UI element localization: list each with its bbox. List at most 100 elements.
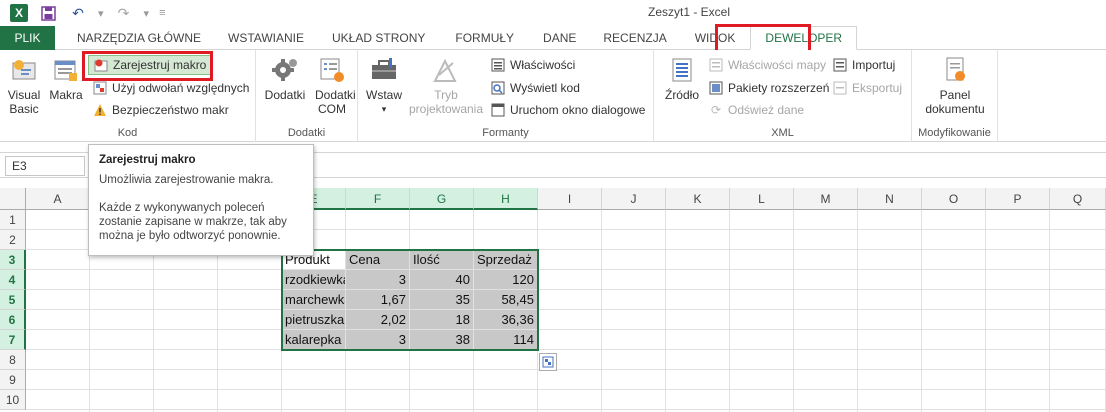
- eksportuj-button[interactable]: Eksportuj: [832, 78, 902, 98]
- undo-dropdown-icon[interactable]: ▾: [98, 7, 104, 20]
- zarejestruj-makro-button[interactable]: Zarejestruj makro: [88, 55, 212, 75]
- panel-dokumentu-button[interactable]: Panel dokumentu: [922, 54, 988, 116]
- makra-button[interactable]: Makra: [48, 54, 84, 102]
- column-header-o[interactable]: O: [922, 188, 986, 210]
- group-label-xml: XML: [771, 127, 794, 139]
- row-header-8[interactable]: 8: [0, 350, 26, 370]
- grid-line: [601, 210, 602, 412]
- row-header-3[interactable]: 3: [0, 250, 26, 270]
- row-header-4[interactable]: 4: [0, 270, 26, 290]
- properties-icon: [490, 57, 506, 73]
- row-header-2[interactable]: 2: [0, 230, 26, 250]
- tab-formuly[interactable]: FORMUŁY: [440, 26, 529, 50]
- column-header-l[interactable]: L: [730, 188, 794, 210]
- visual-basic-button[interactable]: Visual Basic: [4, 54, 44, 116]
- title-bar: X ↶ ▾ ↷ ▾ ≡ Zeszyt1 - Excel: [0, 0, 1106, 26]
- eksportuj-label: Eksportuj: [852, 81, 903, 95]
- table-header-cell[interactable]: Ilość: [410, 250, 473, 269]
- undo-icon[interactable]: ↶: [68, 3, 88, 23]
- wlasciwosci-button[interactable]: Właściwości: [490, 55, 575, 75]
- tab-plik[interactable]: PLIK: [0, 26, 55, 50]
- table-cell[interactable]: 40: [410, 270, 473, 289]
- uzyj-odwolan-button[interactable]: Użyj odwołań względnych: [92, 78, 249, 98]
- row-header-6[interactable]: 6: [0, 310, 26, 330]
- design-mode-icon: [430, 54, 462, 86]
- zarejestruj-makro-tooltip: Zarejestruj makro Umożliwia zarejestrowa…: [88, 144, 314, 256]
- column-header-f[interactable]: F: [346, 188, 410, 210]
- customize-toolbar-icon[interactable]: ≡: [159, 7, 165, 19]
- name-box[interactable]: E3: [5, 156, 85, 176]
- quick-analysis-icon: [542, 356, 554, 368]
- column-header-q[interactable]: Q: [1050, 188, 1106, 210]
- tab-widok[interactable]: WIDOK: [680, 26, 751, 50]
- column-header-i[interactable]: I: [538, 188, 602, 210]
- tooltip-description: Umożliwia zarejestrowanie makra.: [99, 174, 274, 186]
- grid-line: [857, 210, 858, 412]
- tab-dane[interactable]: DANE: [529, 26, 590, 50]
- table-cell[interactable]: 18: [410, 310, 473, 329]
- odswiez-dane-button[interactable]: ⟳ Odśwież dane: [708, 100, 804, 120]
- save-icon[interactable]: [38, 3, 58, 23]
- row-header-7[interactable]: 7: [0, 330, 26, 350]
- table-header-cell[interactable]: Sprzedaż: [474, 250, 537, 269]
- row-header-10[interactable]: 10: [0, 390, 26, 410]
- grid-line: [26, 409, 1106, 410]
- pakiety-rozszerzen-button[interactable]: Pakiety rozszerzeń: [708, 78, 829, 98]
- pakiety-rozszerzen-label: Pakiety rozszerzeń: [728, 81, 830, 95]
- table-cell[interactable]: 2,02: [346, 310, 409, 329]
- redo-dropdown-icon[interactable]: ▾: [144, 7, 150, 20]
- tryb-projektowania-button[interactable]: Tryb projektowania: [406, 54, 486, 116]
- column-header-j[interactable]: J: [602, 188, 666, 210]
- column-header-h[interactable]: H: [474, 188, 538, 210]
- group-modyfikowanie: Panel dokumentu Modyfikowanie: [912, 50, 998, 142]
- row-header-1[interactable]: 1: [0, 210, 26, 230]
- tab-narzedzia-glowne[interactable]: NARZĘDZIA GŁÓWNE: [55, 26, 215, 50]
- table-cell[interactable]: 3: [346, 330, 409, 349]
- row-header-9[interactable]: 9: [0, 370, 26, 390]
- visual-basic-icon: [8, 54, 40, 86]
- wyswietl-kod-button[interactable]: Wyświetl kod: [490, 78, 580, 98]
- table-cell[interactable]: 36,36: [474, 310, 537, 329]
- tab-uklad-strony[interactable]: UKŁAD STRONY: [317, 26, 440, 50]
- uruchom-okno-label: Uruchom okno dialogowe: [510, 103, 646, 117]
- group-label-modyfikowanie: Modyfikowanie: [918, 127, 991, 139]
- table-cell[interactable]: 114: [474, 330, 537, 349]
- table-cell[interactable]: rzodkiewka: [282, 270, 345, 289]
- column-header-p[interactable]: P: [986, 188, 1050, 210]
- column-header-m[interactable]: M: [794, 188, 858, 210]
- wstaw-label: Wstaw: [366, 88, 402, 102]
- table-header-cell[interactable]: Cena: [346, 250, 409, 269]
- column-header-g[interactable]: G: [410, 188, 474, 210]
- tab-recenzja[interactable]: RECENZJA: [590, 26, 679, 50]
- table-cell[interactable]: 3: [346, 270, 409, 289]
- importuj-button[interactable]: Importuj: [832, 55, 895, 75]
- uruchom-okno-button[interactable]: Uruchom okno dialogowe: [490, 100, 645, 120]
- wyswietl-kod-label: Wyświetl kod: [510, 81, 580, 95]
- table-cell[interactable]: 38: [410, 330, 473, 349]
- table-cell[interactable]: 1,67: [346, 290, 409, 309]
- row-header-5[interactable]: 5: [0, 290, 26, 310]
- wlasciwosci-mapy-button[interactable]: Właściwości mapy: [708, 55, 826, 75]
- table-cell[interactable]: 35: [410, 290, 473, 309]
- quick-analysis-button[interactable]: [539, 353, 557, 371]
- com-addins-icon: [316, 54, 348, 86]
- dodatki-com-button[interactable]: Dodatki COM: [310, 54, 356, 116]
- ribbon-tabs: PLIK NARZĘDZIA GŁÓWNE WSTAWIANIE UKŁAD S…: [0, 26, 1106, 50]
- table-cell[interactable]: 120: [474, 270, 537, 289]
- table-cell[interactable]: kalarepka: [282, 330, 345, 349]
- tab-deweloper[interactable]: DEWELOPER: [750, 26, 858, 50]
- zrodlo-button[interactable]: Źródło: [660, 54, 704, 102]
- dodatki-button[interactable]: Dodatki: [262, 54, 308, 102]
- column-header-a[interactable]: A: [26, 188, 90, 210]
- tab-wstawianie[interactable]: WSTAWIANIE: [215, 26, 317, 50]
- table-cell[interactable]: marchewka: [282, 290, 345, 309]
- bezpieczenstwo-makr-button[interactable]: Bezpieczeństwo makr: [92, 100, 229, 120]
- table-cell[interactable]: 58,45: [474, 290, 537, 309]
- column-header-n[interactable]: N: [858, 188, 922, 210]
- select-all-corner[interactable]: [0, 188, 26, 210]
- wstaw-button[interactable]: Wstaw ▾: [364, 54, 404, 116]
- redo-icon[interactable]: ↷: [114, 3, 134, 23]
- grid-line: [793, 210, 794, 412]
- table-cell[interactable]: pietruszka: [282, 310, 345, 329]
- column-header-k[interactable]: K: [666, 188, 730, 210]
